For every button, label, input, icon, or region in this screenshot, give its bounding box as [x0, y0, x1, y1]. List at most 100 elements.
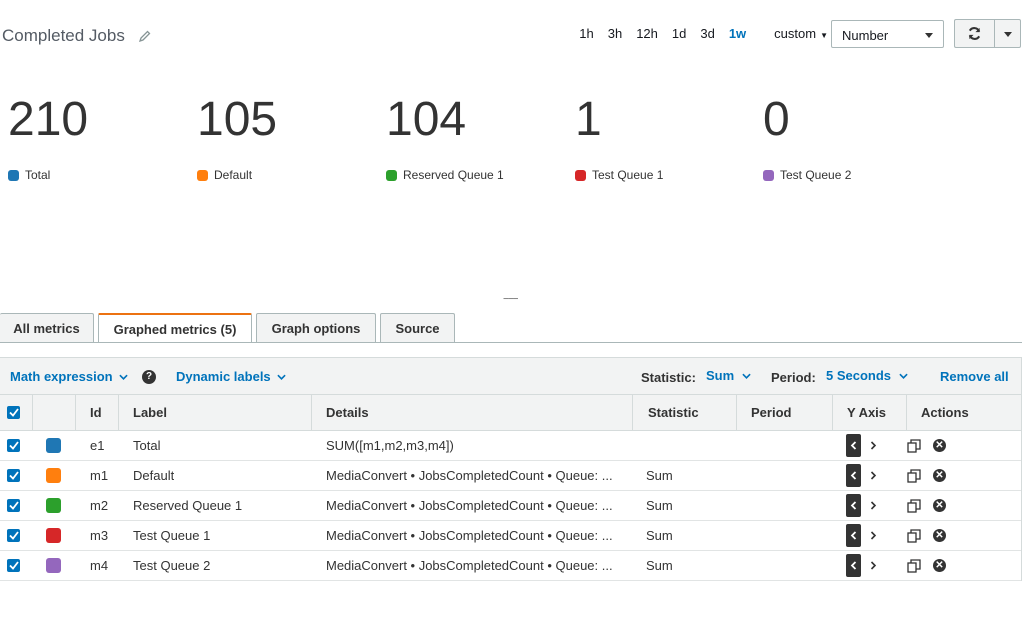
y-axis-right-button[interactable]	[870, 501, 880, 511]
row-statistic[interactable]: Sum	[646, 461, 673, 490]
y-axis-right-button[interactable]	[870, 441, 880, 451]
range-1w[interactable]: 1w	[729, 26, 746, 41]
column-divider	[736, 395, 737, 431]
stat-value: 104	[386, 93, 467, 146]
tab-all-metrics[interactable]: All metrics	[0, 313, 94, 342]
duplicate-icon[interactable]	[907, 558, 921, 573]
caret-down-icon: ▼	[820, 31, 828, 40]
row-statistic[interactable]: Sum	[646, 491, 673, 520]
column-header-y-axis[interactable]: Y Axis	[847, 395, 886, 430]
duplicate-icon[interactable]	[907, 468, 921, 483]
period-dropdown[interactable]: 5 Seconds	[826, 368, 908, 383]
chevron-right-icon	[870, 561, 877, 570]
row-label[interactable]: Test Queue 1	[133, 521, 210, 550]
stat-label: Default	[214, 168, 253, 182]
y-axis-left-button[interactable]	[846, 554, 861, 577]
remove-icon[interactable]: ✕	[933, 499, 946, 512]
y-axis-left-button[interactable]	[846, 464, 861, 487]
y-axis-left-button[interactable]	[846, 524, 861, 547]
remove-all-button[interactable]: Remove all	[940, 369, 1009, 384]
widget-title: Completed Jobs	[2, 26, 125, 45]
y-axis-left-button[interactable]	[846, 494, 861, 517]
stat-value: 1	[575, 93, 602, 146]
stat-default: 105 Default	[197, 92, 278, 182]
color-swatch[interactable]	[46, 558, 61, 573]
help-icon[interactable]: ?	[142, 370, 156, 384]
caret-down-icon	[1004, 32, 1012, 37]
row-id[interactable]: e1	[90, 431, 104, 460]
row-statistic[interactable]: Sum	[646, 521, 673, 550]
y-axis-left-button[interactable]	[846, 434, 861, 457]
checkmark-icon	[8, 561, 19, 570]
row-checkbox[interactable]	[7, 529, 20, 542]
column-header-label[interactable]: Label	[133, 395, 167, 430]
row-label[interactable]: Total	[133, 431, 160, 460]
row-label[interactable]: Test Queue 2	[133, 551, 210, 580]
range-3h[interactable]: 3h	[608, 26, 622, 41]
row-checkbox[interactable]	[7, 499, 20, 512]
column-header-details[interactable]: Details	[326, 395, 369, 430]
remove-icon[interactable]: ✕	[933, 559, 946, 572]
duplicate-icon[interactable]	[907, 438, 921, 453]
row-id[interactable]: m2	[90, 491, 108, 520]
range-1d[interactable]: 1d	[672, 26, 686, 41]
range-12h[interactable]: 12h	[636, 26, 658, 41]
y-axis-right-button[interactable]	[870, 531, 880, 541]
row-checkbox[interactable]	[7, 439, 20, 452]
column-header-period[interactable]: Period	[751, 395, 791, 430]
legend-swatch	[575, 169, 586, 181]
checkmark-icon	[8, 531, 19, 540]
row-details[interactable]: MediaConvert • JobsCompletedCount • Queu…	[326, 521, 626, 550]
table-row: m4 Test Queue 2 MediaConvert • JobsCompl…	[0, 551, 1021, 581]
color-swatch[interactable]	[46, 498, 61, 513]
metrics-tabs: All metrics Graphed metrics (5) Graph op…	[0, 313, 1022, 343]
range-1h[interactable]: 1h	[579, 26, 593, 41]
row-details[interactable]: SUM([m1,m2,m3,m4])	[326, 431, 626, 460]
statistic-dropdown[interactable]: Sum	[706, 368, 751, 383]
dynamic-labels-dropdown[interactable]: Dynamic labels	[176, 369, 286, 384]
pencil-icon[interactable]	[138, 30, 151, 42]
tab-source[interactable]: Source	[380, 313, 455, 342]
tab-graphed-metrics[interactable]: Graphed metrics (5)	[98, 313, 252, 343]
select-all-checkbox[interactable]	[7, 406, 20, 419]
y-axis-right-button[interactable]	[870, 561, 880, 571]
row-details[interactable]: MediaConvert • JobsCompletedCount • Queu…	[326, 491, 626, 520]
row-details[interactable]: MediaConvert • JobsCompletedCount • Queu…	[326, 551, 626, 580]
row-checkbox[interactable]	[7, 559, 20, 572]
stat-reserved-queue-1: 104 Reserved Queue 1	[386, 92, 504, 182]
view-type-select[interactable]: Number	[831, 20, 944, 48]
row-label[interactable]: Default	[133, 461, 174, 490]
chevron-left-icon	[850, 531, 857, 540]
remove-icon[interactable]: ✕	[933, 439, 946, 452]
resize-handle[interactable]: −−−	[503, 294, 519, 305]
duplicate-icon[interactable]	[907, 528, 921, 543]
row-id[interactable]: m4	[90, 551, 108, 580]
tab-graph-options[interactable]: Graph options	[256, 313, 376, 342]
view-type-value: Number	[842, 28, 889, 43]
table-row: e1 Total SUM([m1,m2,m3,m4]) ✕	[0, 431, 1021, 461]
stat-legend: Test Queue 2	[763, 168, 851, 182]
row-id[interactable]: m3	[90, 521, 108, 550]
stat-value: 105	[197, 93, 278, 146]
color-swatch[interactable]	[46, 528, 61, 543]
column-header-id[interactable]: Id	[90, 395, 102, 430]
checkmark-icon	[8, 408, 19, 417]
refresh-button[interactable]	[954, 19, 994, 48]
row-label[interactable]: Reserved Queue 1	[133, 491, 242, 520]
row-statistic[interactable]: Sum	[646, 551, 673, 580]
remove-icon[interactable]: ✕	[933, 469, 946, 482]
column-header-statistic[interactable]: Statistic	[648, 395, 699, 430]
column-divider	[311, 395, 312, 431]
range-3d[interactable]: 3d	[700, 26, 714, 41]
color-swatch[interactable]	[46, 438, 61, 453]
duplicate-icon[interactable]	[907, 498, 921, 513]
row-details[interactable]: MediaConvert • JobsCompletedCount • Queu…	[326, 461, 626, 490]
remove-icon[interactable]: ✕	[933, 529, 946, 542]
refresh-options-dropdown[interactable]	[994, 19, 1021, 48]
row-checkbox[interactable]	[7, 469, 20, 482]
row-id[interactable]: m1	[90, 461, 108, 490]
color-swatch[interactable]	[46, 468, 61, 483]
math-expression-dropdown[interactable]: Math expression	[10, 369, 128, 384]
range-custom[interactable]: custom ▼	[760, 26, 828, 41]
y-axis-right-button[interactable]	[870, 471, 880, 481]
